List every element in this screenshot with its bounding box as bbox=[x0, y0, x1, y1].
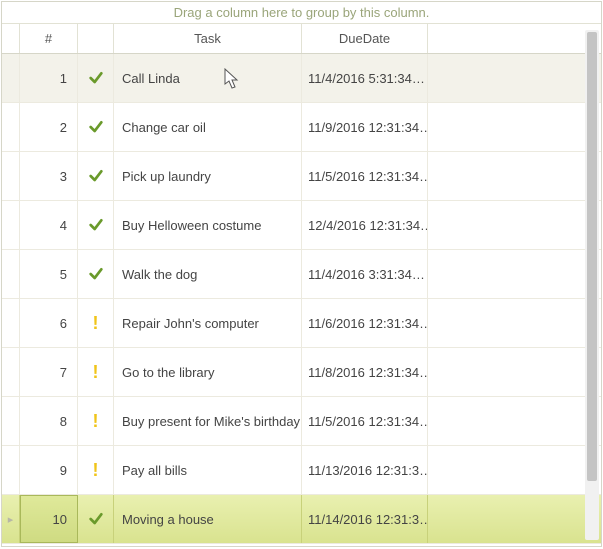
task-cell[interactable]: Buy present for Mike's birthday bbox=[114, 397, 302, 445]
task-text: Call Linda bbox=[122, 71, 180, 86]
task-text: Go to the library bbox=[122, 365, 215, 380]
task-text: Repair John's computer bbox=[122, 316, 259, 331]
vertical-scrollbar[interactable] bbox=[585, 30, 599, 540]
task-cell[interactable]: Moving a house bbox=[114, 495, 302, 543]
current-row-indicator-icon: ▸ bbox=[8, 513, 14, 526]
duedate-cell[interactable]: 12/4/2016 12:31:34… bbox=[302, 201, 428, 249]
row-indicator-cell bbox=[2, 348, 20, 396]
duedate-cell[interactable]: 11/4/2016 5:31:34… bbox=[302, 54, 428, 102]
column-header-task[interactable]: Task bbox=[114, 24, 302, 53]
table-row[interactable]: 4 Buy Helloween costume 12/4/2016 12:31:34… bbox=[2, 201, 601, 250]
column-header-indicator[interactable] bbox=[2, 24, 20, 53]
row-indicator-cell bbox=[2, 152, 20, 200]
column-header-status[interactable] bbox=[78, 24, 114, 53]
checkmark-icon bbox=[88, 217, 104, 233]
task-cell[interactable]: Walk the dog bbox=[114, 250, 302, 298]
warning-icon: ! bbox=[93, 412, 99, 430]
table-row[interactable]: 2 Change car oil 11/9/2016 12:31:34… bbox=[2, 103, 601, 152]
data-grid: Drag a column here to group by this colu… bbox=[1, 1, 602, 547]
row-indicator-cell bbox=[2, 299, 20, 347]
task-cell[interactable]: Pick up laundry bbox=[114, 152, 302, 200]
mouse-cursor-icon bbox=[224, 68, 242, 93]
table-row[interactable]: 9! Pay all bills 11/13/2016 12:31:3… bbox=[2, 446, 601, 495]
table-row[interactable]: 8! Buy present for Mike's birthday11/5/20… bbox=[2, 397, 601, 446]
row-number-cell[interactable]: 6 bbox=[20, 299, 78, 347]
table-row[interactable]: 5 Walk the dog 11/4/2016 3:31:34… bbox=[2, 250, 601, 299]
task-cell[interactable]: Pay all bills bbox=[114, 446, 302, 494]
checkmark-icon bbox=[88, 119, 104, 135]
row-indicator-cell bbox=[2, 103, 20, 151]
group-by-panel[interactable]: Drag a column here to group by this colu… bbox=[2, 2, 601, 24]
warning-icon: ! bbox=[93, 314, 99, 332]
row-indicator-cell bbox=[2, 201, 20, 249]
duedate-cell[interactable]: 11/5/2016 12:31:34… bbox=[302, 397, 428, 445]
task-text: Change car oil bbox=[122, 120, 206, 135]
checkmark-icon bbox=[88, 70, 104, 86]
status-cell[interactable] bbox=[78, 495, 114, 543]
row-number-cell[interactable]: 10 bbox=[20, 495, 78, 543]
table-row[interactable]: 1 Call Linda 11/4/2016 5:31:34… bbox=[2, 54, 601, 103]
task-text: Walk the dog bbox=[122, 267, 197, 282]
table-row[interactable]: ▸ 10 Moving a house 11/14/2016 12:31:3… bbox=[2, 495, 601, 544]
table-row[interactable]: 6! Repair John's computer 11/6/2016 12:31:… bbox=[2, 299, 601, 348]
task-text: Buy Helloween costume bbox=[122, 218, 261, 233]
grid-body: 1 Call Linda 11/4/2016 5:31:34… 2 Change car… bbox=[2, 54, 601, 546]
task-cell[interactable]: Go to the library bbox=[114, 348, 302, 396]
column-header-number[interactable]: # bbox=[20, 24, 78, 53]
status-cell[interactable] bbox=[78, 54, 114, 102]
task-cell[interactable]: Buy Helloween costume bbox=[114, 201, 302, 249]
task-cell[interactable]: Repair John's computer bbox=[114, 299, 302, 347]
checkmark-icon bbox=[88, 266, 104, 282]
status-cell[interactable] bbox=[78, 103, 114, 151]
duedate-cell[interactable]: 11/5/2016 12:31:34… bbox=[302, 152, 428, 200]
checkmark-icon bbox=[88, 168, 104, 184]
row-indicator-cell: ▸ bbox=[2, 495, 20, 543]
task-text: Pick up laundry bbox=[122, 169, 211, 184]
row-number-cell[interactable]: 7 bbox=[20, 348, 78, 396]
duedate-cell[interactable]: 11/6/2016 12:31:34… bbox=[302, 299, 428, 347]
warning-icon: ! bbox=[93, 363, 99, 381]
warning-icon: ! bbox=[93, 461, 99, 479]
task-text: Pay all bills bbox=[122, 463, 187, 478]
row-indicator-cell bbox=[2, 397, 20, 445]
row-number-cell[interactable]: 9 bbox=[20, 446, 78, 494]
status-cell[interactable]: ! bbox=[78, 446, 114, 494]
task-text: Moving a house bbox=[122, 512, 214, 527]
status-cell[interactable]: ! bbox=[78, 397, 114, 445]
row-number-cell[interactable]: 2 bbox=[20, 103, 78, 151]
table-row[interactable]: 3 Pick up laundry 11/5/2016 12:31:34… bbox=[2, 152, 601, 201]
task-text: Buy present for Mike's birthday bbox=[122, 414, 300, 429]
checkmark-icon bbox=[88, 511, 104, 527]
row-number-cell[interactable]: 1 bbox=[20, 54, 78, 102]
duedate-cell[interactable]: 11/13/2016 12:31:3… bbox=[302, 446, 428, 494]
scrollbar-thumb[interactable] bbox=[587, 32, 597, 481]
row-indicator-cell bbox=[2, 446, 20, 494]
duedate-cell[interactable]: 11/4/2016 3:31:34… bbox=[302, 250, 428, 298]
status-cell[interactable]: ! bbox=[78, 348, 114, 396]
duedate-cell[interactable]: 11/9/2016 12:31:34… bbox=[302, 103, 428, 151]
status-cell[interactable] bbox=[78, 201, 114, 249]
column-header-duedate[interactable]: DueDate bbox=[302, 24, 428, 53]
status-cell[interactable]: ! bbox=[78, 299, 114, 347]
row-indicator-cell bbox=[2, 250, 20, 298]
row-number-cell[interactable]: 8 bbox=[20, 397, 78, 445]
task-cell[interactable]: Change car oil bbox=[114, 103, 302, 151]
task-cell[interactable]: Call Linda bbox=[114, 54, 302, 102]
table-row[interactable]: 7! Go to the library 11/8/2016 12:31:34… bbox=[2, 348, 601, 397]
column-header-row: # Task DueDate bbox=[2, 24, 601, 54]
row-number-cell[interactable]: 3 bbox=[20, 152, 78, 200]
status-cell[interactable] bbox=[78, 152, 114, 200]
duedate-cell[interactable]: 11/14/2016 12:31:3… bbox=[302, 495, 428, 543]
duedate-cell[interactable]: 11/8/2016 12:31:34… bbox=[302, 348, 428, 396]
status-cell[interactable] bbox=[78, 250, 114, 298]
row-indicator-cell bbox=[2, 54, 20, 102]
row-number-cell[interactable]: 5 bbox=[20, 250, 78, 298]
row-number-cell[interactable]: 4 bbox=[20, 201, 78, 249]
